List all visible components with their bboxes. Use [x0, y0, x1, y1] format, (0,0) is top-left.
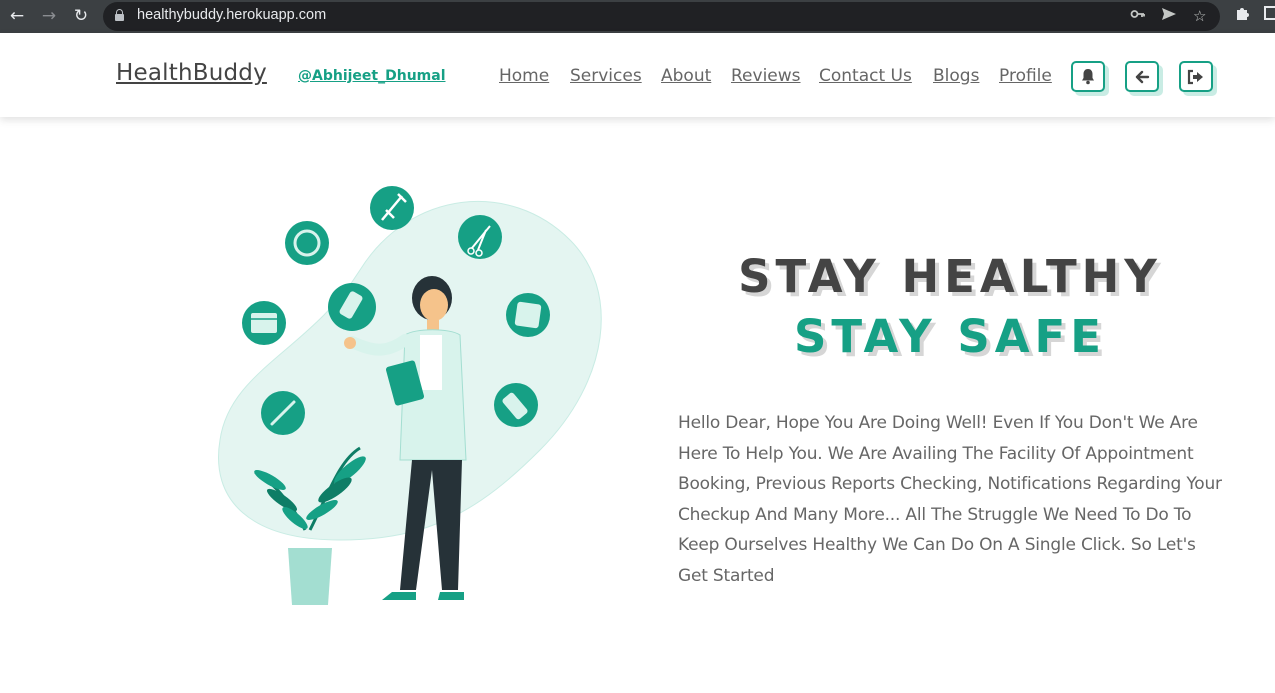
bookmark-star-icon[interactable]: ☆ [1193, 6, 1206, 26]
extensions-puzzle-icon[interactable] [1235, 5, 1251, 27]
headline-stay-healthy: STAY HEALTHY [738, 250, 1162, 303]
brand-logo-link[interactable]: HealthBuddy [116, 60, 267, 86]
ring-icon [285, 221, 329, 265]
user-handle-link[interactable]: @Abhijeet_Dhumal [298, 68, 446, 84]
headline-stay-safe: STAY SAFE [793, 310, 1107, 363]
logout-button[interactable] [1179, 61, 1213, 92]
nav-profile[interactable]: Profile [999, 66, 1052, 86]
side-panel-icon[interactable] [1264, 5, 1275, 27]
nav-reviews[interactable]: Reviews [731, 66, 801, 86]
doctor-illustration [210, 180, 620, 610]
pill-strip-icon [494, 383, 538, 427]
nav-blogs[interactable]: Blogs [933, 66, 979, 86]
send-icon[interactable] [1161, 6, 1177, 27]
address-bar[interactable]: healthybuddy.herokuapp.com ☆ [103, 2, 1220, 31]
address-url[interactable]: healthybuddy.herokuapp.com [137, 7, 326, 23]
sign-out-icon [1187, 69, 1203, 84]
nav-home[interactable]: Home [499, 66, 549, 86]
key-icon[interactable] [1130, 6, 1146, 27]
syringe-icon [370, 186, 414, 230]
medicine-bottle-icon [328, 283, 376, 331]
pill-box-icon [506, 293, 550, 337]
nav-services[interactable]: Services [570, 66, 642, 86]
back-button[interactable] [1125, 61, 1159, 92]
browser-toolbar: ← → ↻ healthybuddy.herokuapp.com ☆ [0, 0, 1275, 33]
bell-icon [1082, 69, 1094, 85]
reload-icon[interactable]: ↻ [69, 5, 93, 27]
nav-about[interactable]: About [661, 66, 711, 86]
thermometer-icon [261, 391, 305, 435]
nav-contact-us[interactable]: Contact Us [819, 66, 912, 86]
lock-icon [115, 9, 124, 21]
arrow-left-icon [1135, 70, 1150, 83]
forward-arrow-icon[interactable]: → [37, 5, 61, 27]
intro-paragraph: Hello Dear, Hope You Are Doing Well! Eve… [678, 413, 1222, 586]
scissors-icon [458, 215, 502, 259]
back-arrow-icon[interactable]: ← [5, 5, 29, 27]
calendar-icon [242, 301, 286, 345]
site-header: HealthBuddy @Abhijeet_Dhumal Home Servic… [0, 33, 1275, 117]
notifications-button[interactable] [1071, 61, 1105, 92]
